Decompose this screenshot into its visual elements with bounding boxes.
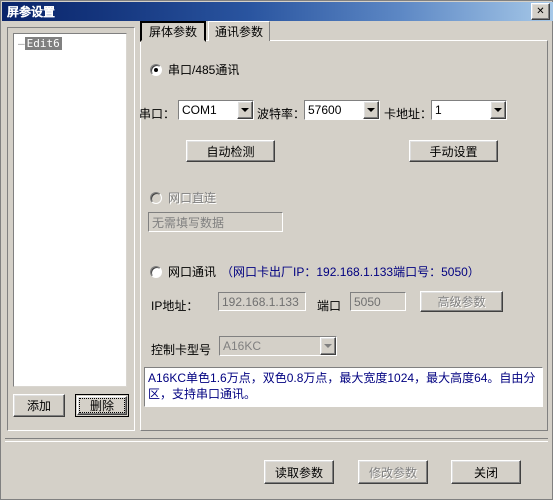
title-bar: 屏参设置 ✕ xyxy=(2,2,553,21)
tab-strip: 屏体参数 通讯参数 xyxy=(140,21,548,42)
direct-lan-input: 无需填写数据 xyxy=(148,212,283,232)
advanced-params-button[interactable]: 高级参数 xyxy=(420,291,503,312)
footer-bar: 读取参数 修改参数 关闭 xyxy=(1,447,552,500)
port-label: 端口 xyxy=(317,299,342,313)
read-params-button[interactable]: 读取参数 xyxy=(264,460,334,484)
card-model-label: 控制卡型号 xyxy=(151,343,212,357)
serial-port-value: COM1 xyxy=(182,103,217,117)
radio-serial-row[interactable]: 串口/485通讯 xyxy=(150,61,239,78)
tab-comm-params[interactable]: 通讯参数 xyxy=(208,21,270,41)
serial-port-label: 串口： xyxy=(139,107,176,121)
ip-address-label: IP地址： xyxy=(151,299,199,313)
radio-serial-icon[interactable] xyxy=(150,63,162,76)
radio-direct-lan-label: 网口直连 xyxy=(168,191,217,205)
port-input[interactable]: 5050 xyxy=(350,292,406,311)
add-button[interactable]: 添加 xyxy=(13,394,65,417)
window-title: 屏参设置 xyxy=(7,5,56,19)
radio-serial-label: 串口/485通讯 xyxy=(168,63,240,77)
card-model-combo[interactable]: A16KC xyxy=(219,336,337,356)
manual-setup-button[interactable]: 手动设置 xyxy=(409,140,498,162)
radio-network-label: 网口通讯 xyxy=(168,265,217,279)
tree-item-edit6[interactable]: — Edit6 xyxy=(18,37,62,50)
serial-port-combo[interactable]: COM1 xyxy=(178,100,254,120)
card-model-value: A16KC xyxy=(223,339,262,353)
close-icon[interactable]: ✕ xyxy=(531,3,550,20)
chevron-down-icon[interactable] xyxy=(320,337,336,355)
focus-rectangle xyxy=(79,398,125,413)
radio-network-icon[interactable] xyxy=(150,265,162,278)
screen-list-panel: — Edit6 添加 删除 xyxy=(7,27,135,431)
card-address-value: 1 xyxy=(435,103,442,117)
chevron-down-icon[interactable] xyxy=(490,101,506,119)
screen-tree-view[interactable]: — Edit6 xyxy=(13,33,127,387)
delete-button[interactable]: 删除 xyxy=(75,394,129,417)
chevron-down-icon[interactable] xyxy=(363,101,379,119)
card-description-box: A16KC单色1.6万点，双色0.8万点，最大宽度1024，最大高度64。自由分… xyxy=(144,367,543,407)
modify-params-button[interactable]: 修改参数 xyxy=(358,460,428,484)
radio-direct-lan-icon[interactable] xyxy=(150,191,162,204)
radio-network-row[interactable]: 网口通讯 （网口卡出厂IP：192.168.1.133端口号：5050） xyxy=(150,263,480,280)
radio-direct-lan-row[interactable]: 网口直连 xyxy=(150,189,216,206)
auto-detect-button[interactable]: 自动检测 xyxy=(186,140,275,162)
tree-branch-icon: — xyxy=(18,37,25,50)
card-address-combo[interactable]: 1 xyxy=(431,100,507,120)
baud-rate-label: 波特率： xyxy=(257,107,306,121)
tab-screen-params[interactable]: 屏体参数 xyxy=(140,21,206,42)
screen-parameter-dialog: 屏参设置 ✕ — Edit6 添加 删除 屏体参数 通讯参数 串口/485通讯 … xyxy=(0,0,553,500)
ip-address-input[interactable]: 192.168.1.133 xyxy=(218,292,306,311)
tab-page-screen-params: 串口/485通讯 串口： COM1 波特率： 57600 卡地址： 1 自动检测… xyxy=(139,40,548,431)
network-default-hint: （网口卡出厂IP：192.168.1.133端口号：5050） xyxy=(221,265,480,279)
screen-list-buttons: 添加 删除 xyxy=(13,394,129,418)
tree-item-label: Edit6 xyxy=(24,37,62,50)
card-address-label: 卡地址： xyxy=(384,107,433,121)
baud-rate-value: 57600 xyxy=(308,103,342,117)
footer-divider xyxy=(5,438,548,442)
chevron-down-icon[interactable] xyxy=(237,101,253,119)
baud-rate-combo[interactable]: 57600 xyxy=(304,100,380,120)
close-button[interactable]: 关闭 xyxy=(451,460,521,484)
